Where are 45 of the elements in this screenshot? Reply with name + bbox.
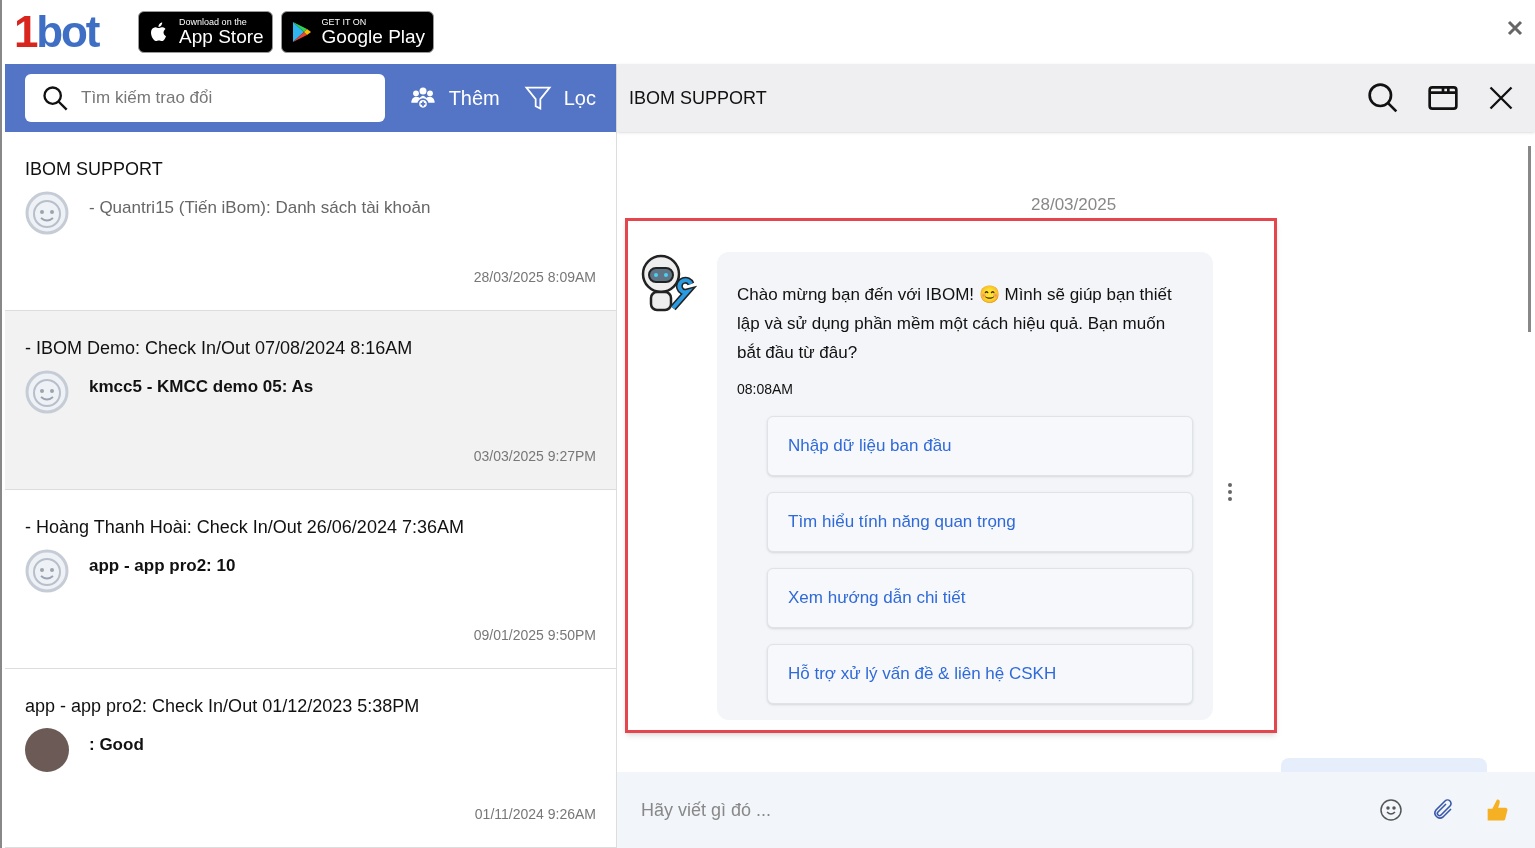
conversation-title: - IBOM Demo: Check In/Out 07/08/2024 8:16AM <box>25 337 414 360</box>
conversation-time: 28/03/2025 8:09AM <box>473 268 596 287</box>
conversation-time: 09/01/2025 9:50PM <box>473 626 596 645</box>
logo: 1bot <box>14 10 99 54</box>
quick-reply-button[interactable]: Xem hướng dẫn chi tiết <box>767 568 1193 628</box>
badge-store-name: Google Play <box>321 27 426 46</box>
message-time: 08:08AM <box>737 380 795 399</box>
chat-title: IBOM SUPPORT <box>629 86 768 110</box>
avatar-icon <box>25 549 69 593</box>
message-input[interactable]: Hãy viết gì đó ... <box>641 796 1351 824</box>
conversation-time: 01/11/2024 9:26AM <box>474 805 596 824</box>
search-field[interactable]: Tìm kiếm trao đổi <box>25 74 385 122</box>
badge-caption: Download on the <box>179 18 248 27</box>
paperclip-icon[interactable] <box>1431 798 1455 822</box>
conversation-title: - Hoàng Thanh Hoài: Check In/Out 26/06/2024 7:36AM <box>25 516 465 539</box>
message-composer[interactable]: Hãy viết gì đó ... <box>617 772 1535 848</box>
more-icon[interactable] <box>1227 482 1233 502</box>
quick-reply-button[interactable]: Nhập dữ liệu ban đầu <box>767 416 1193 476</box>
quick-reply-button[interactable]: Hỗ trợ xử lý vấn đề & liên hệ CSKH <box>767 644 1193 704</box>
conversation-title: app - app pro2: Check In/Out 01/12/2023 5:38PM <box>25 695 421 718</box>
badge-caption: GET IT ON <box>321 18 368 27</box>
conversation-preview: : Good <box>89 734 144 756</box>
filter-button[interactable]: Lọc <box>523 83 596 113</box>
store-badge[interactable]: Download on the App Store <box>138 11 273 53</box>
emoji-icon[interactable] <box>1379 798 1403 822</box>
conversation-time: 03/03/2025 9:27PM <box>473 447 596 466</box>
conversation-preview: kmcc5 - KMCC demo 05: As <box>89 376 314 398</box>
conversation-title: IBOM SUPPORT <box>25 158 164 181</box>
close-icon[interactable] <box>1487 84 1515 112</box>
quick-reply-button[interactable]: Tìm hiểu tính năng quan trọng <box>767 492 1193 552</box>
conversation-preview: app - app pro2: 10 <box>89 555 236 577</box>
search-icon <box>41 84 69 112</box>
filter-icon <box>523 84 552 112</box>
search-input[interactable]: Tìm kiếm trao đổi <box>81 85 369 111</box>
message-text: Chào mừng bạn đến với IBOM! 😊 Mình sẽ giúp bạn thiết lập và sử dụng phần mềm một cách hiệu quả. Bạn muốn bắt đầu từ đâu? <box>737 284 1173 364</box>
add-button[interactable]: Thêm <box>408 83 500 113</box>
avatar-photo <box>25 728 69 772</box>
search-icon[interactable] <box>1367 82 1399 114</box>
conversation-preview: - Quantri15 (Tiến iBom): Danh sách tài khoản <box>89 197 431 219</box>
conversation-item[interactable]: - IBOM Demo: Check In/Out 07/08/2024 8:16AM kmcc5 - KMCC demo 05: As 03/03/2025 9:27PM <box>5 311 616 490</box>
store-badge[interactable]: GET IT ON Google Play <box>280 11 435 53</box>
avatar-icon <box>25 191 69 235</box>
date-divider: 28/03/2025 <box>1031 194 1117 216</box>
badge-store-name: App Store <box>179 27 264 46</box>
avatar-icon <box>25 370 69 414</box>
